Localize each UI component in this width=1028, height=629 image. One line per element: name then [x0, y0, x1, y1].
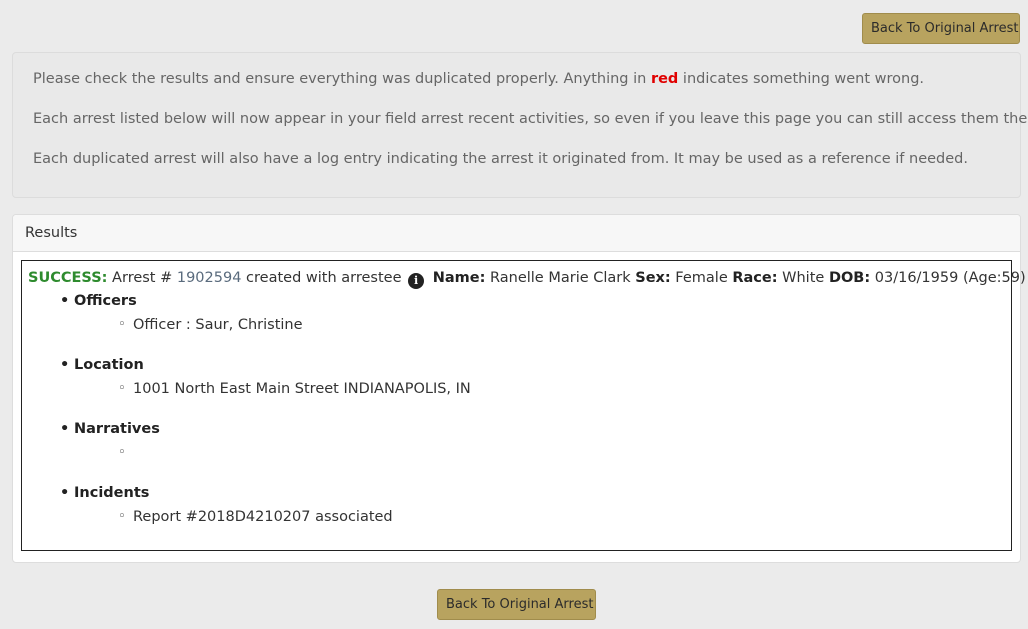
section-items [54, 441, 1005, 465]
status-label: SUCCESS: [28, 270, 108, 286]
sex-label: Sex: [635, 270, 671, 286]
section-officers: Officers Officer : Saur, Christine [54, 289, 1005, 353]
name-label: Name: [432, 270, 486, 286]
section-items: Officer : Saur, Christine [54, 313, 1005, 337]
arrest-suffix: created with arrestee [241, 270, 407, 286]
dob-value: 03/16/1959 (Age:59) [870, 270, 1026, 286]
instruction-line-3: Each duplicated arrest will also have a … [33, 151, 968, 167]
list-item: Report #2018D4210207 associated [114, 505, 1005, 529]
list-item [114, 441, 1005, 465]
race-label: Race: [732, 270, 778, 286]
result-entry: SUCCESS: Arrest # 1902594 created with a… [21, 260, 1026, 551]
instructions-panel: Please check the results and ensure ever… [12, 52, 1028, 198]
sex-value: Female [670, 270, 733, 286]
list-item: 1001 North East Main Street INDIANAPOLIS… [114, 377, 1005, 401]
section-title: Location [54, 353, 1005, 377]
back-to-original-arrest-button-top[interactable]: Back To Original Arrest [862, 13, 1020, 44]
race-value: White [777, 270, 829, 286]
instruction-text: Please check the results and ensure ever… [33, 71, 651, 87]
arrest-number-link[interactable]: 1902594 [177, 270, 242, 286]
section-incidents: Incidents Report #2018D4210207 associate… [54, 481, 1005, 529]
dob-label: DOB: [828, 270, 871, 286]
section-location: Location 1001 North East Main Street IND… [54, 353, 1005, 417]
result-sections: Officers Officer : Saur, Christine Locat… [28, 289, 1005, 529]
section-title: Narratives [54, 417, 1005, 441]
results-panel: Results SUCCESS: Arrest # 1902594 create… [12, 214, 1026, 563]
results-heading: Results [13, 215, 1020, 252]
back-to-original-arrest-button-bottom[interactable]: Back To Original Arrest [437, 589, 596, 620]
section-title: Officers [54, 289, 1005, 313]
arrest-prefix: Arrest # [107, 270, 177, 286]
info-icon[interactable]: i [408, 273, 425, 289]
name-value: Ranelle Marie Clark [485, 270, 636, 286]
red-keyword: red [650, 71, 679, 87]
instruction-line-2: Each arrest listed below will now appear… [33, 111, 1028, 127]
section-title: Incidents [54, 481, 1005, 505]
instruction-line-1: Please check the results and ensure ever… [33, 69, 1000, 109]
instruction-text: indicates something went wrong. [678, 71, 925, 87]
result-summary: SUCCESS: Arrest # 1902594 created with a… [28, 267, 1026, 289]
section-items: Report #2018D4210207 associated [54, 505, 1005, 529]
list-item: Officer : Saur, Christine [114, 313, 1005, 337]
section-items: 1001 North East Main Street INDIANAPOLIS… [54, 377, 1005, 401]
section-narratives: Narratives [54, 417, 1005, 481]
